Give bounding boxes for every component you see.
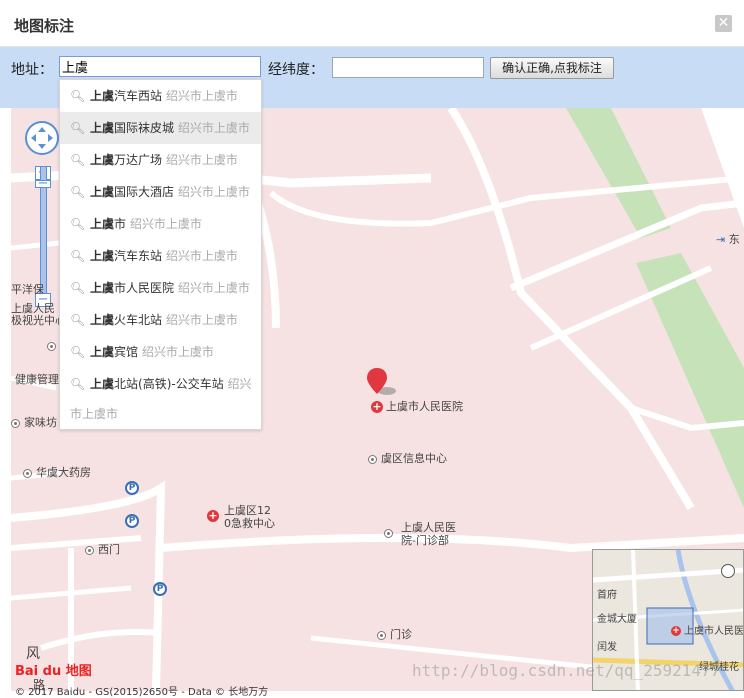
- poi-info-center[interactable]: 虞区信息中心: [368, 450, 447, 466]
- search-icon: 🔍︎: [70, 313, 86, 327]
- address-input[interactable]: [59, 56, 261, 77]
- baidu-map-logo[interactable]: Bai du 地图: [15, 660, 92, 679]
- search-icon: 🔍︎: [70, 345, 86, 359]
- close-icon[interactable]: ✕: [715, 15, 732, 32]
- suggestion-item[interactable]: 🔍︎ 上虞火车北站 绍兴市上虞市: [60, 304, 261, 336]
- address-suggestion-list: 🔍︎ 上虞汽车西站 绍兴市上虞市 🔍︎ 上虞国际袜皮城 绍兴市上虞市 🔍︎ 上虞万达广…: [59, 79, 262, 430]
- hospital-icon: +: [671, 626, 681, 636]
- latlng-input[interactable]: [332, 57, 484, 78]
- hospital-icon: +: [207, 509, 219, 522]
- overview-poi-4: 闰发: [597, 642, 617, 653]
- hospital-icon: +: [371, 400, 383, 413]
- pan-arrows-icon: [31, 127, 53, 149]
- suggestion-item[interactable]: 🔍︎ 上虞汽车东站 绍兴市上虞市: [60, 240, 261, 272]
- zoom-in-secondary-icon: −: [35, 177, 51, 190]
- location-marker-icon[interactable]: [367, 368, 399, 401]
- pan-control[interactable]: [25, 121, 59, 155]
- poi-emergency-center[interactable]: + 上虞区12 0急救中心: [207, 504, 275, 530]
- poi-jiawei[interactable]: 家味坊: [11, 414, 57, 430]
- suggestion-item[interactable]: 🔍︎ 上虞国际大酒店 绍兴市上虞市: [60, 176, 261, 208]
- poi-hospital-main[interactable]: + 上虞市人民医院: [371, 398, 463, 414]
- pharmacy-icon: [23, 468, 32, 478]
- suggestion-item[interactable]: 🔍︎ 上虞宾馆 绍兴市上虞市: [60, 336, 261, 368]
- search-icon: 🔍︎: [70, 377, 86, 391]
- latlng-label: 经纬度：: [268, 62, 324, 78]
- poi-east[interactable]: ⇥ 东: [716, 231, 740, 247]
- overview-poi-1: 首府: [597, 590, 617, 601]
- dialog-header: 地图标注 ✕: [0, 0, 744, 47]
- poi-dot-icon: [384, 529, 393, 538]
- suggestion-item[interactable]: 🔍︎ 上虞汽车西站 绍兴市上虞市: [60, 80, 261, 112]
- watermark: http://blog.csdn.net/qq_25921477: [412, 661, 721, 680]
- poi-dot-icon: [47, 341, 56, 351]
- suggestion-item[interactable]: 🔍︎ 上虞国际袜皮城 绍兴市上虞市: [60, 112, 261, 144]
- poi-outpatient[interactable]: 上虞人民医 院-门诊部: [384, 521, 456, 547]
- confirm-mark-button[interactable]: 确认正确,点我标注: [490, 57, 614, 79]
- search-icon: 🔍︎: [70, 185, 86, 199]
- poi-gate[interactable]: 门诊: [377, 626, 412, 642]
- poi-west-gate[interactable]: 西门: [85, 541, 120, 557]
- poi-left-1: 平洋保: [11, 283, 44, 296]
- overview-settings-icon[interactable]: [721, 564, 735, 578]
- search-icon: 🔍︎: [70, 153, 86, 167]
- poi-left-3: 极视光中心: [11, 314, 66, 327]
- suggestion-item[interactable]: 🔍︎ 上虞市人民医院 绍兴市上虞市: [60, 272, 261, 304]
- suggestion-item[interactable]: 🔍︎ 上虞北站(高铁)-公交车站 绍兴: [60, 368, 261, 400]
- poi-dot-icon: [368, 454, 377, 464]
- poi-dot-icon: [377, 630, 386, 640]
- parking-icon[interactable]: P: [153, 582, 167, 596]
- search-icon: 🔍︎: [70, 89, 86, 103]
- search-icon: 🔍︎: [70, 249, 86, 263]
- search-icon: 🔍︎: [70, 121, 86, 135]
- parking-icon[interactable]: P: [125, 514, 139, 528]
- dialog-title: 地图标注: [14, 17, 75, 35]
- exit-icon: ⇥: [716, 233, 726, 246]
- suggestion-item[interactable]: 🔍︎ 上虞万达广场 绍兴市上虞市: [60, 144, 261, 176]
- suggestion-item[interactable]: 🔍︎ 上虞市 绍兴市上虞市: [60, 208, 261, 240]
- overview-poi-2: 金城大厦: [597, 614, 637, 625]
- overview-poi-3: + 上虞市人民医: [671, 626, 744, 637]
- search-icon: 🔍︎: [70, 217, 86, 231]
- poi-dot-icon: [11, 418, 20, 428]
- poi-dot-icon: [85, 545, 94, 555]
- address-label: 地址：: [11, 62, 53, 78]
- poi-health[interactable]: 健康管理: [15, 371, 59, 387]
- poi-pharmacy[interactable]: 华虞大药房: [23, 464, 91, 480]
- parking-icon[interactable]: P: [125, 481, 139, 495]
- suggestion-overflow-text: 市上虞市: [70, 407, 119, 421]
- search-icon: 🔍︎: [70, 281, 86, 295]
